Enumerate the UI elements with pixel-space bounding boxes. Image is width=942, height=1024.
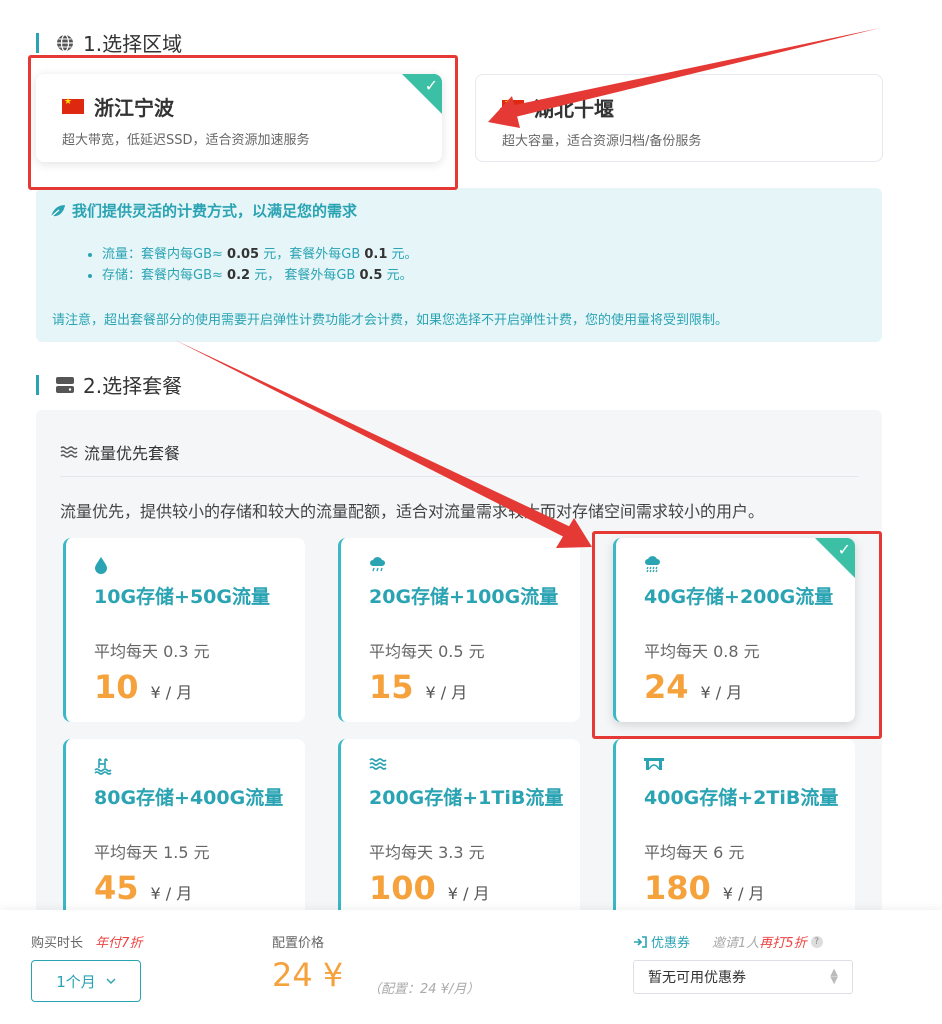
price-label: 配置价格 <box>272 936 325 951</box>
chevron-down-icon <box>106 978 116 984</box>
duration-value: 1个月 <box>56 972 96 991</box>
coupon-label-row: 优惠券 邀请1人 再打5折 ? <box>633 932 823 951</box>
coupon-value: 暂无可用优惠券 <box>648 970 746 986</box>
help-icon[interactable]: ? <box>810 935 823 948</box>
sort-arrows-icon: ▲ ▼ <box>830 967 838 986</box>
duration-select[interactable]: 1个月 <box>31 960 141 1002</box>
coupon-promo-a: 邀请1人 <box>712 936 760 951</box>
page: 1.选择区域 浙江宁波 超大带宽，低延迟SSD，适合资源加速服务 ✓ 湖北十堰 … <box>0 0 942 1024</box>
annotation-arrows <box>175 28 880 548</box>
arrow-head-1 <box>488 96 520 128</box>
total-price: 24 ¥ <box>272 956 344 994</box>
coupon-promo-b: 再打5折 <box>759 936 807 951</box>
arrow-shaft-1 <box>500 28 880 120</box>
sign-in-icon <box>633 935 647 948</box>
duration-label: 购买时长 <box>31 936 84 951</box>
order-footer: 购买时长 年付7折 1个月 配置价格 24 ¥ （配置：24 ¥/月） 优惠券 … <box>0 910 942 1024</box>
coupon-select[interactable]: 暂无可用优惠券 ▲ ▼ <box>633 960 853 994</box>
price-note: （配置：24 ¥/月） <box>368 982 480 997</box>
coupon-label: 优惠券 <box>651 936 691 951</box>
duration-promo: 年付7折 <box>95 936 143 951</box>
arrow-shaft-2 <box>175 340 577 540</box>
duration-label-row: 购买时长 年付7折 <box>31 932 142 951</box>
